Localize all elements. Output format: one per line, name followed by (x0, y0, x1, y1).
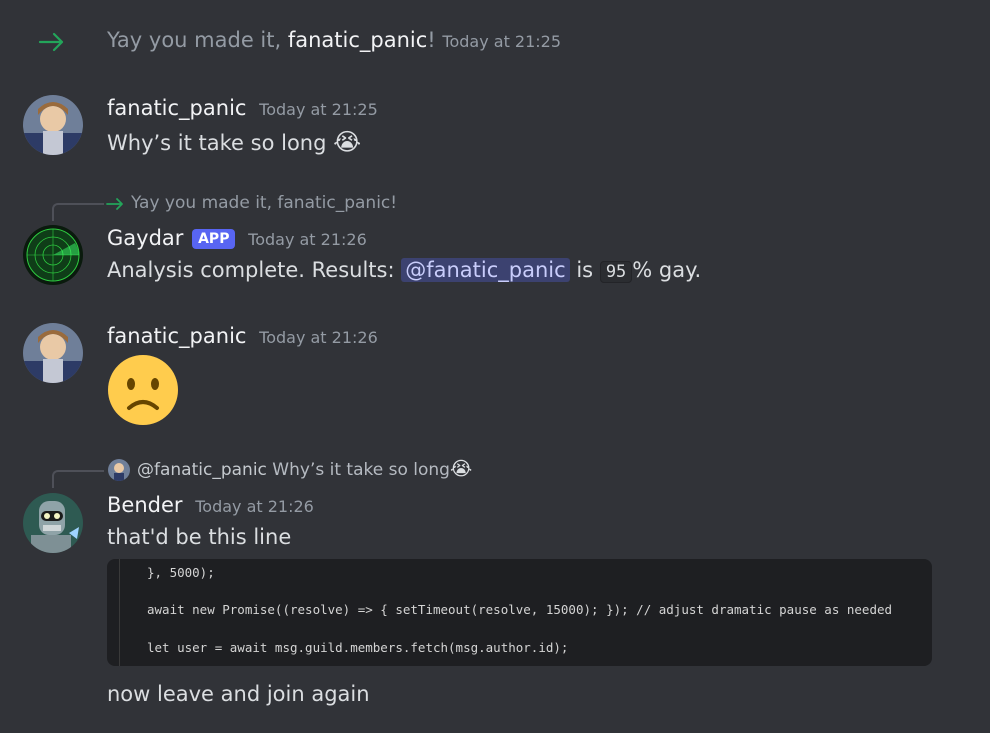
message-text: now leave and join again (107, 682, 370, 706)
message-header: fanatic_panic Today at 21:25 (107, 96, 378, 120)
inline-code: 95 (599, 261, 633, 283)
author-name[interactable]: Bender (107, 493, 183, 517)
message-text: Analysis complete. Results: (107, 258, 402, 282)
reply-mention[interactable]: @fanatic_panic (137, 460, 267, 480)
message-timestamp: Today at 21:26 (195, 497, 314, 516)
user-mention[interactable]: @fanatic_panic (401, 258, 570, 282)
message-text: is (569, 258, 600, 282)
system-join-suffix: ! (427, 28, 436, 52)
message-text: Why’s it take so long (107, 131, 327, 155)
frowning-face-emoji-icon (107, 354, 179, 426)
system-join-user[interactable]: fanatic_panic (288, 28, 427, 52)
message-header: Gaydar APP Today at 21:26 (107, 226, 367, 250)
message-content: Analysis complete. Results: @fanatic_pan… (107, 258, 702, 283)
code-screenshot-attachment[interactable]: }, 5000); await new Promise((resolve) =>… (107, 559, 932, 666)
author-name[interactable]: fanatic_panic (107, 324, 246, 348)
reply-arrow-icon (106, 196, 126, 212)
code-line: await new Promise((resolve) => { setTime… (147, 602, 893, 617)
reply-connector (52, 203, 104, 221)
message-header: Bender Today at 21:26 (107, 493, 314, 517)
loudly-crying-emoji-icon: 😭 (449, 458, 473, 480)
message-timestamp: Today at 21:25 (259, 100, 378, 119)
message-timestamp: Today at 21:26 (259, 328, 378, 347)
avatar-fanatic-panic[interactable] (23, 323, 83, 383)
loudly-crying-emoji-icon: 😭 (333, 128, 362, 156)
reply-preview[interactable]: Yay you made it, fanatic_panic! (131, 193, 397, 213)
message-content: Why’s it take so long 😭 (107, 128, 361, 156)
avatar-fanatic-panic[interactable] (23, 95, 83, 155)
message-header: fanatic_panic Today at 21:26 (107, 324, 378, 348)
avatar-gaydar[interactable] (23, 225, 83, 285)
code-line: let user = await msg.guild.members.fetch… (147, 640, 569, 655)
system-join-message: Yay you made it, fanatic_panic! Today at… (107, 28, 561, 52)
app-badge: APP (192, 229, 236, 249)
message-timestamp: Today at 21:26 (248, 230, 367, 249)
system-join-prefix: Yay you made it, (107, 28, 288, 52)
message-text: that'd be this line (107, 525, 292, 549)
reply-avatar-mini (108, 459, 130, 481)
reply-connector (52, 470, 104, 488)
message-text: % gay. (632, 258, 702, 282)
system-join-timestamp: Today at 21:25 (442, 32, 562, 51)
indent-guide (119, 559, 120, 666)
join-arrow-icon (38, 30, 68, 54)
reply-text: Why’s it take so long (272, 460, 450, 480)
code-line: }, 5000); (147, 565, 215, 580)
author-name[interactable]: fanatic_panic (107, 96, 246, 120)
reply-preview[interactable]: @fanatic_panic Why’s it take so long😭 (137, 458, 472, 480)
avatar-bender[interactable] (23, 493, 83, 553)
author-name[interactable]: Gaydar (107, 226, 183, 250)
